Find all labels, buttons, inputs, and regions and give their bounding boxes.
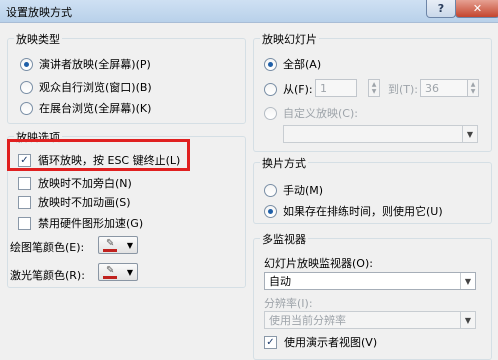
- radio-use-timings[interactable]: 如果存在排练时间，则使用它(U): [264, 203, 443, 219]
- radio-manual-circle[interactable]: [264, 183, 277, 197]
- radio-from-circle[interactable]: [264, 82, 277, 96]
- window-title: 设置放映方式: [6, 6, 72, 19]
- close-button[interactable]: ✕: [455, 0, 498, 18]
- no-hw-accel-checkbox[interactable]: [18, 216, 31, 230]
- radio-kiosk-circle[interactable]: [20, 101, 33, 115]
- radio-all-slides[interactable]: 全部(A): [264, 56, 321, 72]
- close-icon: ✕: [472, 2, 483, 15]
- radio-from-slides[interactable]: 从(F):: [264, 81, 313, 97]
- presenter-view-checkbox[interactable]: ✓: [264, 335, 277, 349]
- chevron-down-icon: ▼: [462, 126, 477, 142]
- laser-color-icon: ✎: [103, 265, 117, 279]
- chevron-down-icon: ▼: [126, 240, 133, 250]
- to-label: 到(T):: [388, 83, 419, 96]
- no-hw-accel-label: 禁用硬件图形加速(G): [38, 217, 144, 230]
- no-narration-label: 放映时不加旁白(N): [38, 177, 132, 190]
- radio-kiosk[interactable]: 在展台浏览(全屏幕)(K): [20, 100, 151, 116]
- to-value: 36: [425, 81, 439, 95]
- manual-label: 手动(M): [283, 184, 324, 197]
- monitor-select[interactable]: 自动 ▼: [264, 272, 476, 290]
- pen-color-icon: ✎: [103, 238, 117, 252]
- to-label-row: 到(T):: [388, 81, 418, 97]
- radio-all-circle[interactable]: [264, 57, 277, 71]
- radio-window-circle[interactable]: [20, 80, 33, 94]
- no-narration-checkbox[interactable]: [18, 176, 31, 190]
- advance-group: 换片方式 手动(M) 如果存在排练时间，则使用它(U): [253, 155, 492, 224]
- monitor-label-row: 幻灯片放映监视器(O):: [264, 255, 373, 271]
- title-bar: 设置放映方式 ? ✕: [0, 0, 498, 23]
- radio-presenter-label: 演讲者放映(全屏幕)(P): [39, 58, 151, 71]
- resolution-label: 分辨率(I):: [264, 297, 313, 310]
- pen-color-label: 绘图笔颜色(E):: [10, 241, 85, 254]
- laser-color-label: 激光笔颜色(R):: [10, 269, 85, 282]
- from-input[interactable]: 1: [315, 79, 357, 97]
- from-label: 从(F):: [283, 83, 313, 96]
- radio-presenter-circle[interactable]: [20, 57, 33, 71]
- from-value: 1: [320, 81, 327, 95]
- slides-title: 放映幻灯片: [260, 31, 319, 47]
- radio-presenter[interactable]: 演讲者放映(全屏幕)(P): [20, 56, 151, 72]
- red-highlight-annotation: [7, 139, 190, 171]
- help-button[interactable]: ?: [426, 0, 456, 18]
- presenter-view-label: 使用演示者视图(V): [284, 336, 378, 349]
- radio-kiosk-label: 在展台浏览(全屏幕)(K): [39, 102, 152, 115]
- monitor-value: 自动: [269, 275, 291, 288]
- resolution-select[interactable]: 使用当前分辨率 ▼: [264, 311, 476, 329]
- monitors-title: 多监视器: [260, 231, 308, 247]
- radio-window[interactable]: 观众自行浏览(窗口)(B): [20, 79, 152, 95]
- monitor-label: 幻灯片放映监视器(O):: [264, 257, 373, 270]
- from-spinner[interactable]: ▲ ▼: [368, 79, 380, 97]
- slides-group: 放映幻灯片 全部(A) 从(F): 1 ▲ ▼ 到(T): 36 ▲ ▼ 自定义放映…: [253, 31, 492, 152]
- radio-all-label: 全部(A): [283, 58, 322, 71]
- no-animation-label: 放映时不加动画(S): [38, 196, 131, 209]
- no-hw-accel-row[interactable]: 禁用硬件图形加速(G): [18, 215, 143, 231]
- resolution-label-row: 分辨率(I):: [264, 295, 313, 311]
- radio-timings-circle[interactable]: [264, 204, 277, 218]
- custom-show-select[interactable]: ▼: [283, 125, 478, 143]
- presenter-view-row[interactable]: ✓ 使用演示者视图(V): [264, 334, 377, 350]
- timings-label: 如果存在排练时间，则使用它(U): [283, 205, 443, 218]
- radio-manual[interactable]: 手动(M): [264, 182, 323, 198]
- chevron-down-icon: ▼: [460, 312, 475, 328]
- laser-color-button[interactable]: ✎ ▼: [98, 263, 138, 281]
- laser-color-row: 激光笔颜色(R):: [10, 267, 85, 283]
- help-icon: ?: [437, 2, 445, 15]
- no-animation-row[interactable]: 放映时不加动画(S): [18, 194, 131, 210]
- advance-title: 换片方式: [260, 155, 308, 171]
- no-animation-checkbox[interactable]: [18, 195, 31, 209]
- to-spinner[interactable]: ▲ ▼: [467, 79, 479, 97]
- resolution-value: 使用当前分辨率: [269, 314, 346, 327]
- radio-custom-show[interactable]: 自定义放映(C):: [264, 105, 358, 121]
- monitors-group: 多监视器 幻灯片放映监视器(O): 自动 ▼ 分辨率(I): 使用当前分辨率 ▼…: [253, 231, 492, 360]
- no-narration-row[interactable]: 放映时不加旁白(N): [18, 175, 132, 191]
- pen-color-row: 绘图笔颜色(E):: [10, 239, 84, 255]
- pen-color-button[interactable]: ✎ ▼: [98, 236, 138, 254]
- show-type-group: 放映类型 演讲者放映(全屏幕)(P) 观众自行浏览(窗口)(B) 在展台浏览(全…: [7, 31, 246, 124]
- radio-custom-circle[interactable]: [264, 106, 277, 120]
- to-input[interactable]: 36: [420, 79, 468, 97]
- chevron-down-icon: ▼: [460, 273, 475, 289]
- radio-window-label: 观众自行浏览(窗口)(B): [39, 81, 152, 94]
- chevron-down-icon: ▼: [126, 267, 133, 277]
- show-type-title: 放映类型: [14, 31, 62, 47]
- custom-label: 自定义放映(C):: [283, 107, 358, 120]
